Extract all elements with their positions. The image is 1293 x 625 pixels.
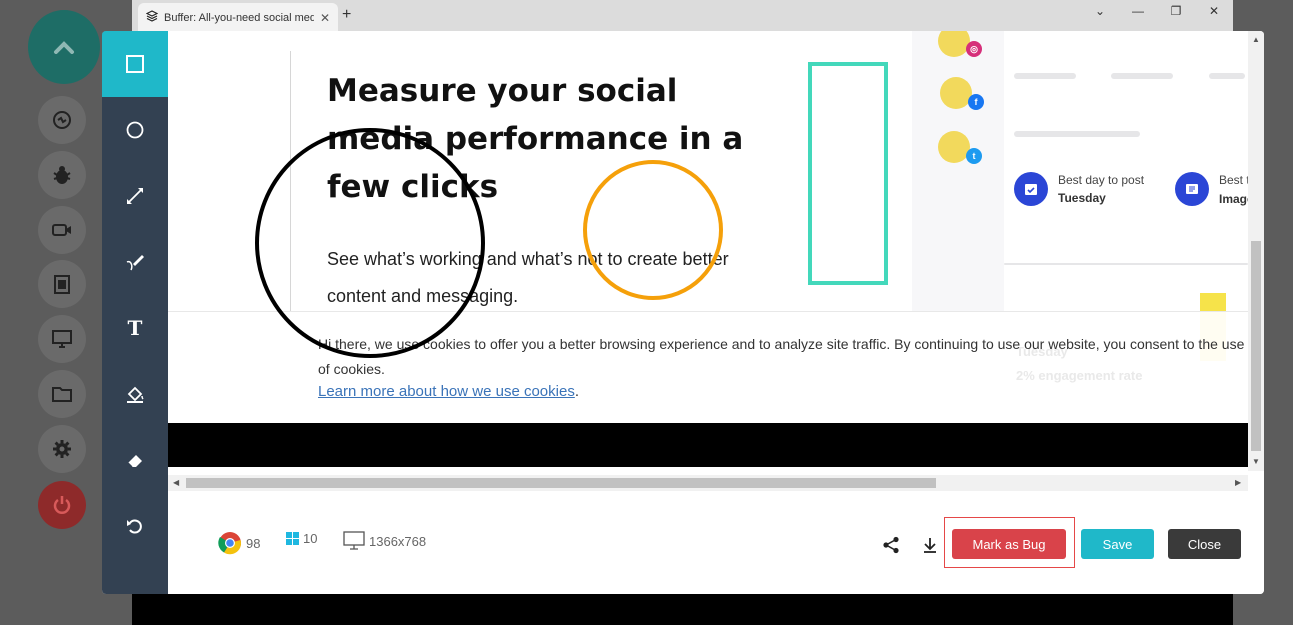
text-icon: T bbox=[127, 316, 143, 340]
eraser-tool[interactable] bbox=[102, 427, 168, 493]
os-info: 10 bbox=[286, 531, 317, 546]
freehand-tool[interactable] bbox=[102, 229, 168, 295]
line-arrow-icon bbox=[127, 188, 143, 204]
browser-tab[interactable]: Buffer: All-you-need social media ✕ bbox=[138, 3, 338, 32]
share-button[interactable] bbox=[880, 534, 902, 556]
clipboard-icon bbox=[54, 275, 70, 294]
window-controls: ⌄ — ❐ ✕ bbox=[1081, 4, 1233, 18]
bug-report-button[interactable] bbox=[38, 151, 86, 199]
paint-bucket-icon bbox=[127, 386, 144, 403]
scroll-up-icon[interactable]: ▲ bbox=[1252, 35, 1260, 44]
rectangle-tool[interactable] bbox=[102, 31, 168, 97]
os-version: 10 bbox=[303, 531, 318, 546]
square-icon bbox=[126, 55, 144, 73]
undo-icon bbox=[127, 519, 142, 534]
share-icon bbox=[883, 536, 899, 554]
teal-rectangle-annotation bbox=[808, 62, 888, 285]
chevron-up-icon bbox=[54, 41, 74, 54]
annotation-layer bbox=[255, 62, 888, 358]
folder-icon bbox=[52, 387, 72, 402]
minimize-button[interactable]: — bbox=[1119, 4, 1157, 18]
sync-icon bbox=[53, 111, 71, 129]
screen-capture-button[interactable] bbox=[38, 315, 86, 363]
monitor-icon bbox=[343, 531, 365, 550]
vertical-scroll-thumb[interactable] bbox=[1251, 241, 1261, 451]
screenshot-canvas[interactable]: Measure your social media performance in… bbox=[168, 31, 1264, 491]
clipboard-button[interactable] bbox=[38, 260, 86, 308]
power-icon bbox=[53, 496, 71, 514]
annotation-modal: T Measure your social media performance … bbox=[102, 31, 1264, 594]
power-button[interactable] bbox=[38, 481, 86, 529]
sync-button[interactable] bbox=[38, 96, 86, 144]
text-tool[interactable]: T bbox=[102, 295, 168, 361]
chrome-icon bbox=[218, 532, 242, 555]
save-button[interactable]: Save bbox=[1081, 529, 1154, 559]
gear-icon bbox=[53, 440, 71, 458]
horizontal-scroll-thumb[interactable] bbox=[186, 478, 936, 488]
vertical-scrollbar[interactable]: ▲ ▼ bbox=[1248, 31, 1264, 471]
scroll-left-icon[interactable]: ◀ bbox=[173, 478, 179, 487]
black-circle-annotation bbox=[255, 128, 485, 358]
monitor-icon bbox=[52, 330, 72, 348]
captured-webpage: Measure your social media performance in… bbox=[168, 31, 1248, 423]
screen-resolution: 1366x768 bbox=[369, 533, 427, 549]
arrow-tool[interactable] bbox=[102, 163, 168, 229]
download-button[interactable] bbox=[919, 534, 941, 556]
tab-search-button[interactable]: ⌄ bbox=[1081, 4, 1119, 18]
buffer-logo-icon bbox=[145, 10, 159, 25]
windows-icon bbox=[286, 532, 299, 545]
new-tab-button[interactable]: + bbox=[342, 6, 351, 24]
scroll-down-icon[interactable]: ▼ bbox=[1252, 457, 1260, 466]
video-camera-icon bbox=[52, 224, 71, 236]
close-button[interactable]: Close bbox=[1168, 529, 1241, 559]
resolution-info: 1366x768 bbox=[343, 531, 426, 551]
circle-icon bbox=[126, 121, 144, 139]
horizontal-scrollbar[interactable]: ◀ ▶ bbox=[168, 475, 1248, 491]
folder-button[interactable] bbox=[38, 370, 86, 418]
black-capture-band bbox=[168, 423, 1248, 467]
bug-icon bbox=[53, 166, 71, 184]
undo-tool[interactable] bbox=[102, 493, 168, 559]
circle-tool[interactable] bbox=[102, 97, 168, 163]
pen-icon bbox=[126, 255, 144, 271]
annotation-toolbar: T bbox=[102, 31, 168, 594]
browser-version: 98 bbox=[246, 535, 261, 551]
browser-tab-bar: Buffer: All-you-need social media ✕ + ⌄ … bbox=[132, 0, 1233, 32]
restore-button[interactable]: ❐ bbox=[1157, 4, 1195, 18]
modal-footer: 98 10 1366x768 Mark as Bug Save Close bbox=[168, 491, 1264, 594]
window-close-button[interactable]: ✕ bbox=[1195, 4, 1233, 18]
settings-button[interactable] bbox=[38, 425, 86, 473]
download-icon bbox=[924, 538, 936, 553]
record-video-button[interactable] bbox=[38, 206, 86, 254]
scroll-right-icon[interactable]: ▶ bbox=[1235, 478, 1241, 487]
browser-info: 98 bbox=[218, 531, 260, 555]
mark-as-bug-button[interactable]: Mark as Bug bbox=[952, 529, 1066, 559]
collapse-dock-button[interactable] bbox=[28, 10, 100, 84]
eraser-icon bbox=[127, 455, 142, 468]
orange-circle-annotation bbox=[583, 160, 723, 300]
tab-close-icon[interactable]: ✕ bbox=[320, 11, 330, 25]
browser-tab-title: Buffer: All-you-need social media bbox=[164, 11, 314, 24]
fill-tool[interactable] bbox=[102, 361, 168, 427]
browser-bottom-area bbox=[132, 594, 1233, 625]
